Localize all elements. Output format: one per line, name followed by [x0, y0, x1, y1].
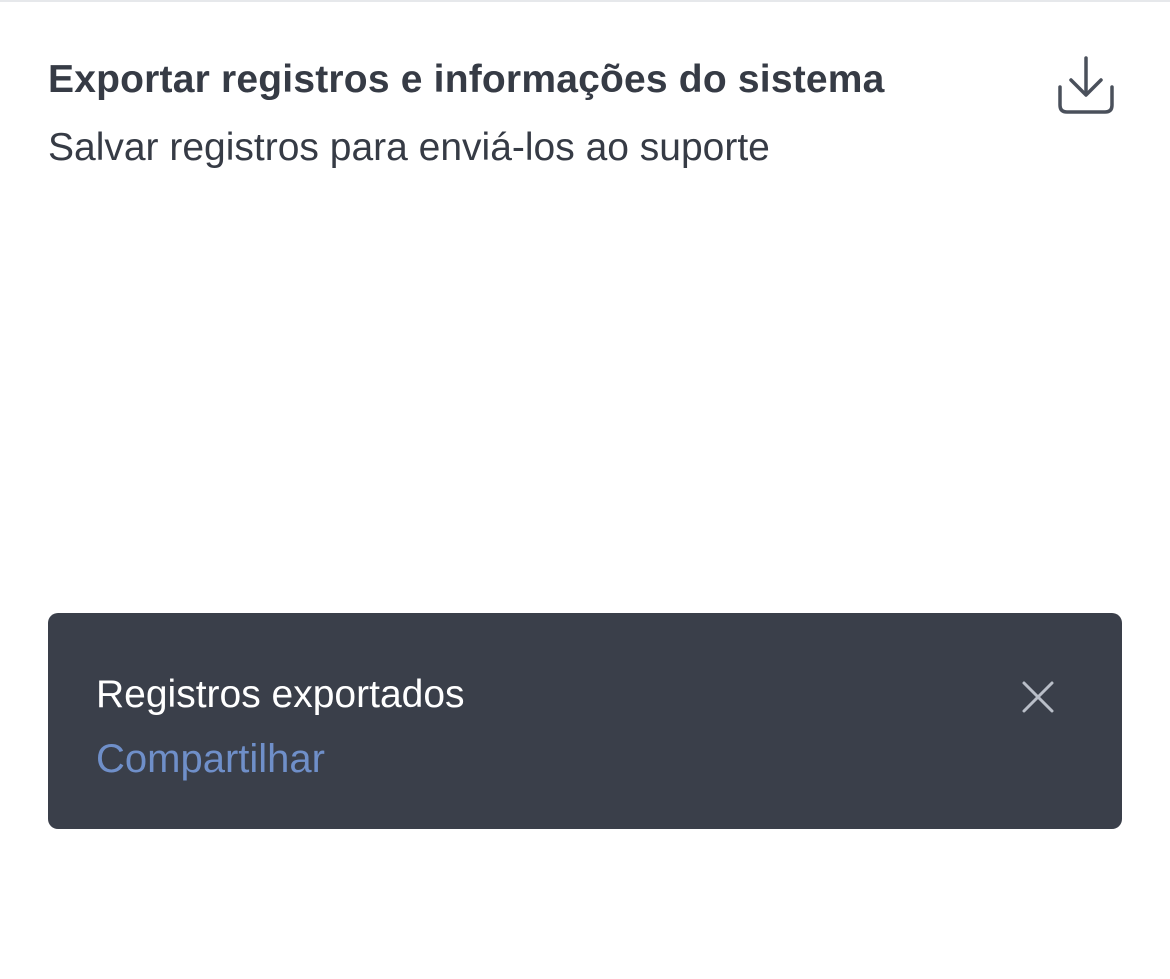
toast-message: Registros exportados	[96, 673, 465, 716]
share-button[interactable]: Compartilhar	[96, 737, 325, 782]
export-logs-item[interactable]: Exportar registros e informações do sist…	[0, 2, 1170, 192]
export-logs-title: Exportar registros e informações do sist…	[48, 58, 885, 101]
export-logs-subtitle: Salvar registros para enviá-los ao supor…	[48, 126, 770, 169]
close-icon[interactable]	[1014, 673, 1062, 721]
download-icon[interactable]	[1054, 54, 1118, 118]
logs-exported-toast: Registros exportados Compartilhar	[48, 613, 1122, 829]
